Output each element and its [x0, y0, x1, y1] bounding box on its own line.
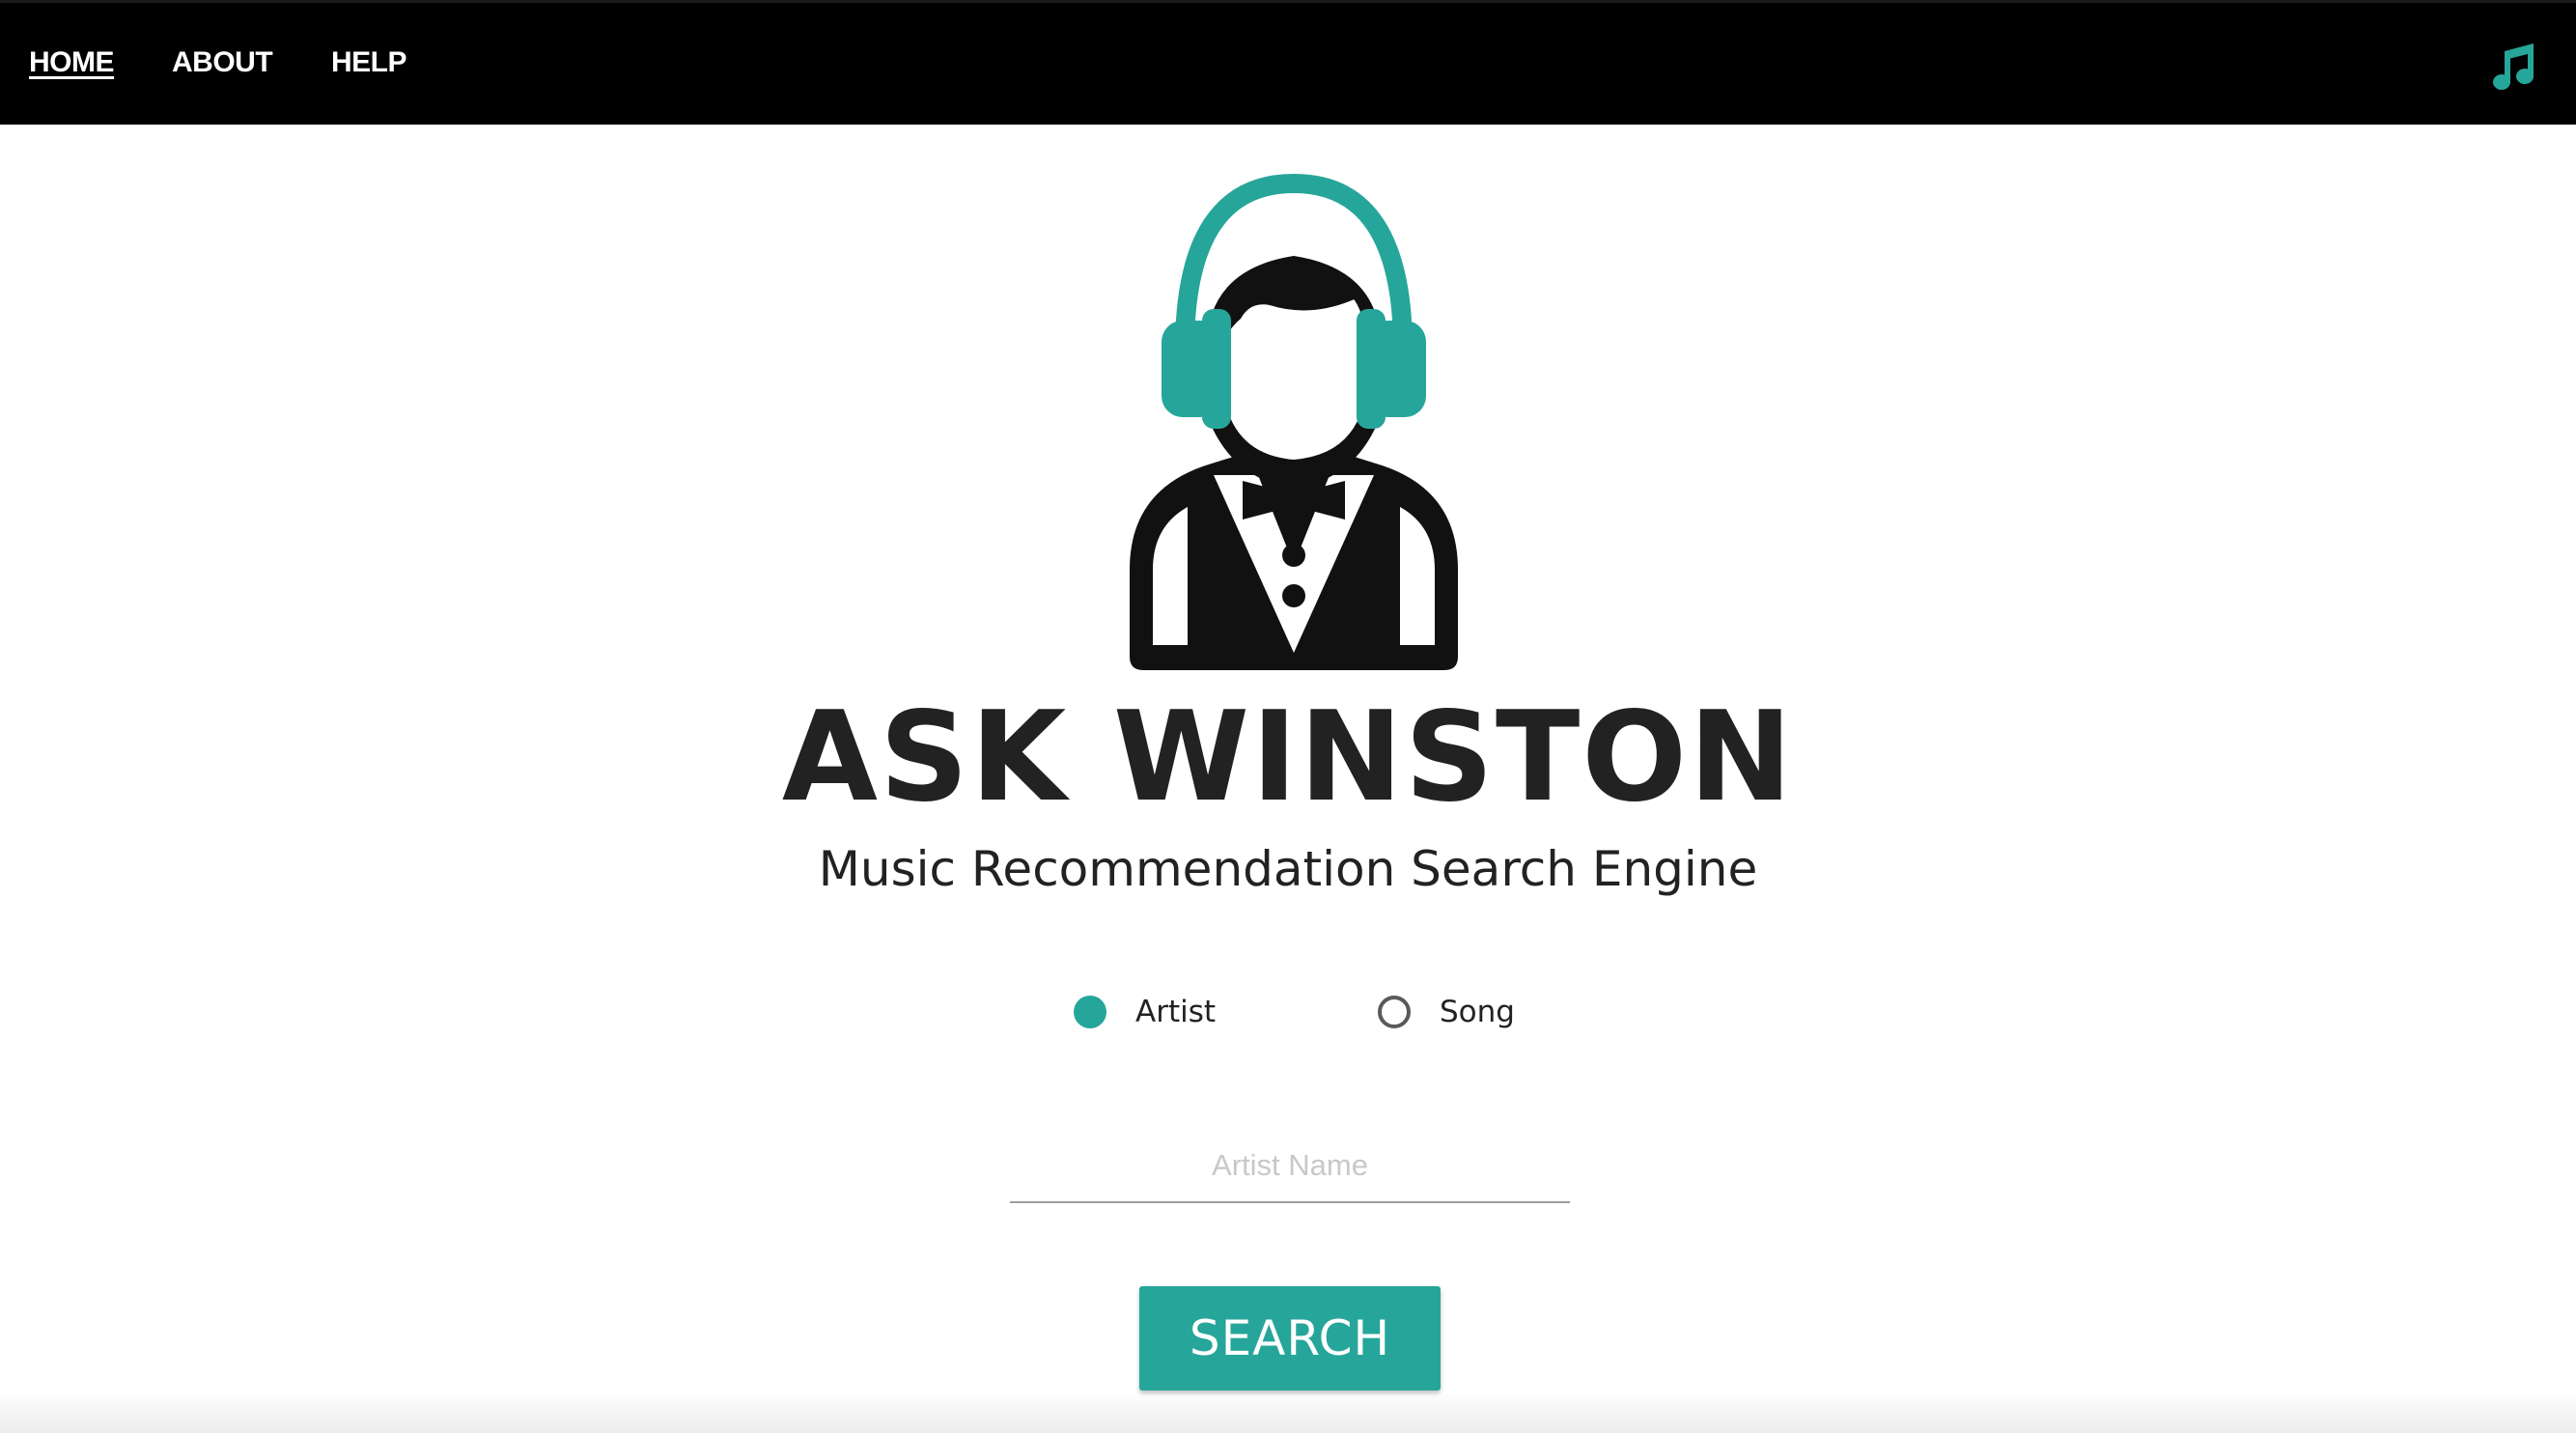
artist-radio-button[interactable]	[1074, 996, 1106, 1028]
artist-radio-option[interactable]: Artist	[1074, 990, 1216, 1034]
top-navbar: HOME ABOUT HELP	[0, 0, 2576, 125]
artist-name-input[interactable]	[1010, 1130, 1570, 1203]
nav-help-link[interactable]: HELP	[331, 45, 407, 80]
app-subtitle: Music Recommendation Search Engine	[818, 841, 1758, 897]
butler-with-headphones-icon	[1130, 174, 1458, 670]
search-type-radio-group: Artist Song	[0, 990, 2576, 1034]
search-button[interactable]: SEARCH	[1139, 1286, 1441, 1391]
artist-radio-label: Artist	[1135, 995, 1217, 1029]
song-radio-option[interactable]: Song	[1378, 990, 1515, 1034]
music-note-icon[interactable]	[2483, 38, 2541, 96]
song-radio-label: Song	[1440, 995, 1515, 1029]
app-title: ASK WINSTON	[781, 686, 1795, 829]
bottom-shadow	[0, 1391, 2576, 1433]
song-radio-button[interactable]	[1378, 996, 1411, 1028]
nav-home-link[interactable]: HOME	[29, 45, 115, 80]
nav-about-link[interactable]: ABOUT	[172, 45, 273, 80]
